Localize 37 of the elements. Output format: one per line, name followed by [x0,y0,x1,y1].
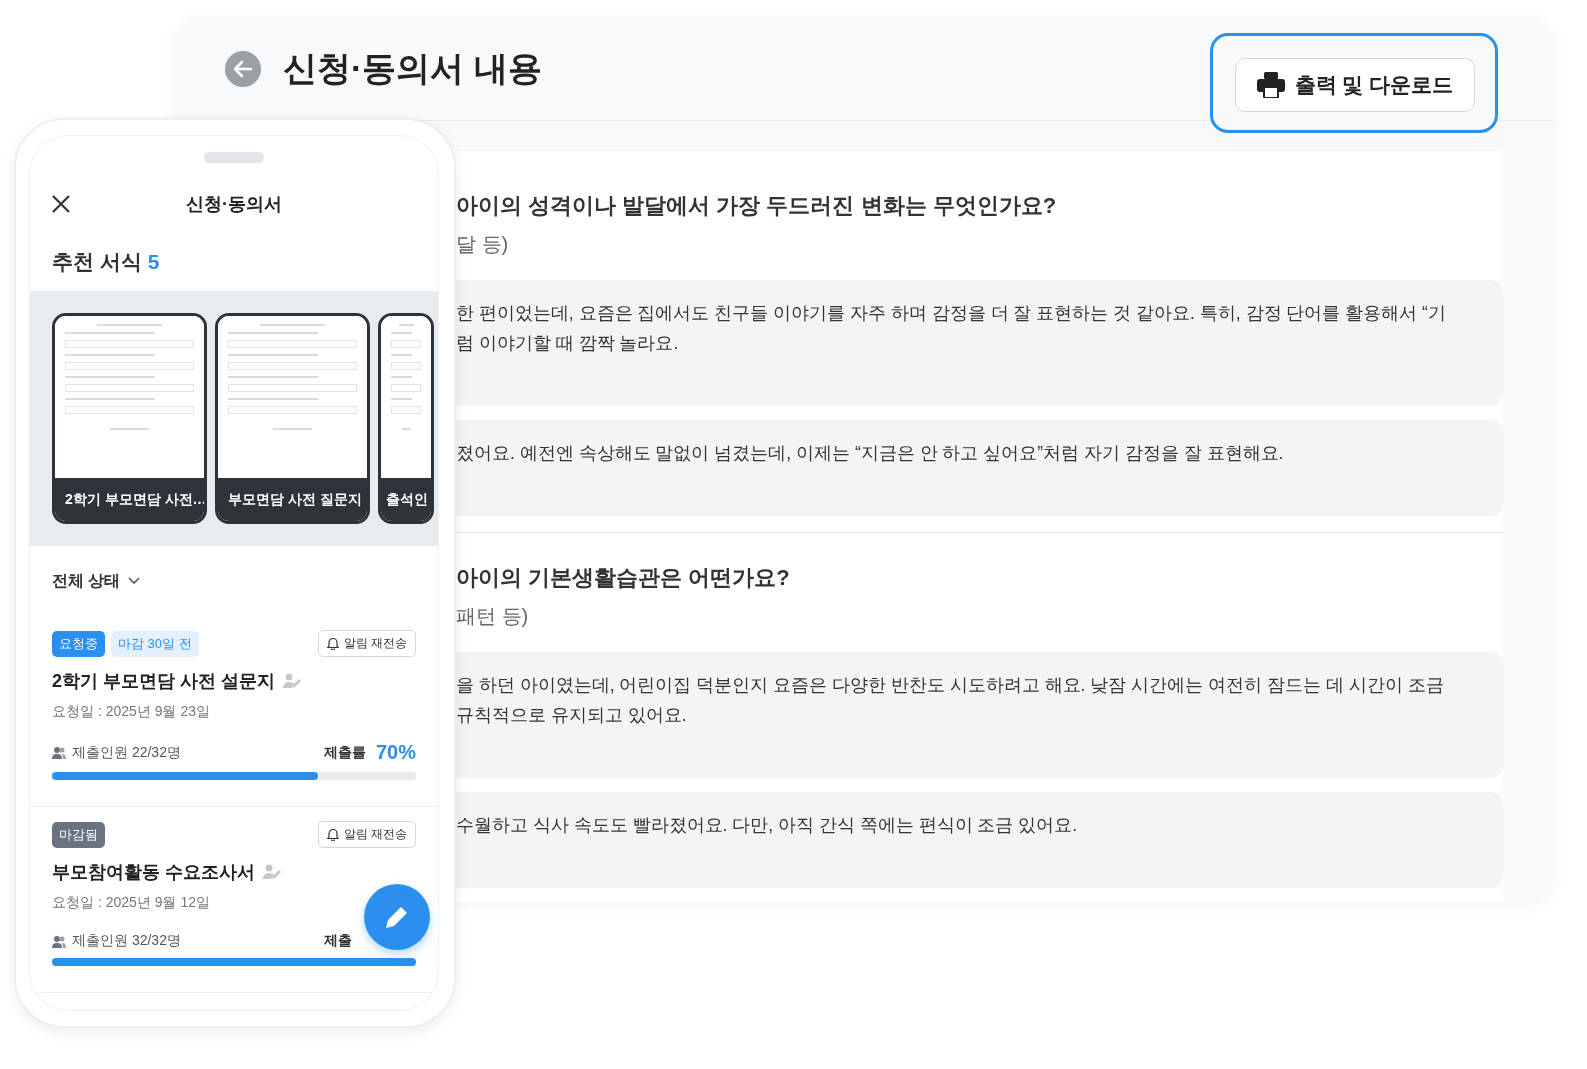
submission-rate-label: 제출 [324,932,352,950]
question-text: 아이의 기본생활습관은 어떤가요? [455,564,791,592]
status-badge: 요청중 [52,630,105,657]
question-text: 아이의 성격이나 발달에서 가장 두드러진 변화는 무엇인가요? [455,192,1058,220]
status-filter-dropdown[interactable]: 전체 상태 [52,570,141,592]
chevron-down-icon [128,577,141,585]
close-icon[interactable] [52,195,70,213]
resend-notification-button[interactable]: 알림 재전송 [317,630,416,657]
item-title: 2학기 부모면담 사전 설문지 [52,670,275,693]
deadline-badge: 마감 30일 전 [111,630,199,657]
question-hint: 달 등) [455,232,510,257]
request-item[interactable]: 요청중 마감 30일 전 알림 재전송 2학기 부모면담 사전 설문지 요청일 : 2025년 9월 23일 제출인원 22/32명 제출률 70% [30,616,438,807]
people-icon [52,934,66,948]
question-hint: 패턴 등) [455,604,530,629]
bell-icon [326,637,339,650]
submission-count: 제출인원 22/32명 [72,743,181,762]
request-date: 요청일 : 2025년 9월 23일 [52,703,211,721]
submission-count: 제출인원 32/32명 [72,932,181,950]
item-title: 부모참여활동 수요조사서 [52,861,255,884]
print-download-button[interactable]: 출력 및 다운로드 [1235,58,1475,112]
person-edit-icon [283,673,301,689]
printer-icon [1256,72,1285,98]
resend-notification-button[interactable]: 알림 재전송 [317,821,416,848]
screen-title: 신청·동의서 [186,193,282,216]
submission-rate: 70% [375,741,416,764]
people-icon [52,746,66,759]
request-date: 요청일 : 2025년 9월 12일 [52,894,211,912]
bell-icon [326,828,339,841]
phone-notch [204,152,264,163]
section-title: 추천 서식 5 [51,249,161,275]
edit-button[interactable] [364,884,430,950]
template-card[interactable]: 부모면담 사전 질문지 [215,313,370,524]
page-title: 신청·동의서 내용 [283,48,542,89]
status-badge: 마감됨 [52,821,105,848]
submission-rate-label: 제출률 [323,743,366,762]
template-card[interactable]: 출석인 [378,313,434,524]
person-edit-icon [263,864,281,880]
